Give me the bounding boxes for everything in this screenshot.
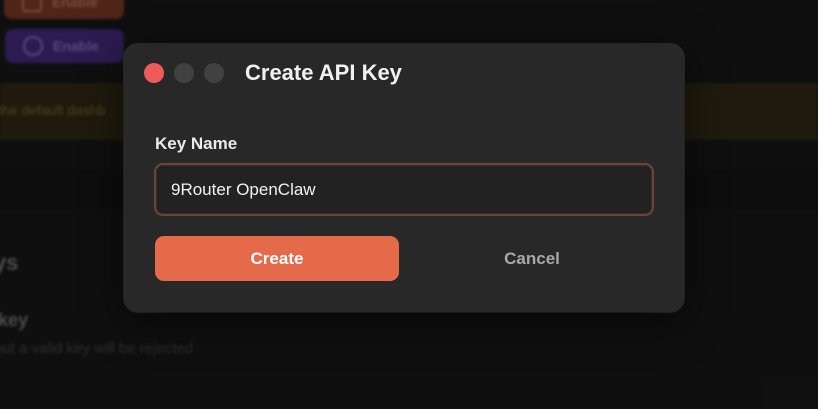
dialog-title: Create API Key: [245, 60, 402, 85]
key-name-field-wrapper: [154, 163, 654, 216]
minimize-window-icon[interactable]: [174, 63, 194, 83]
dialog-titlebar: Create API Key: [124, 44, 684, 104]
key-name-input[interactable]: [156, 165, 652, 214]
close-window-icon[interactable]: [144, 63, 164, 83]
create-api-key-dialog: Create API Key Key Name Create Cancel: [124, 44, 684, 312]
screen: Enable Enable the default dashb ys key o…: [0, 0, 818, 409]
create-button[interactable]: Create: [155, 236, 399, 281]
maximize-window-icon[interactable]: [204, 63, 224, 83]
cancel-button[interactable]: Cancel: [410, 236, 654, 281]
key-name-label: Key Name: [155, 134, 238, 153]
